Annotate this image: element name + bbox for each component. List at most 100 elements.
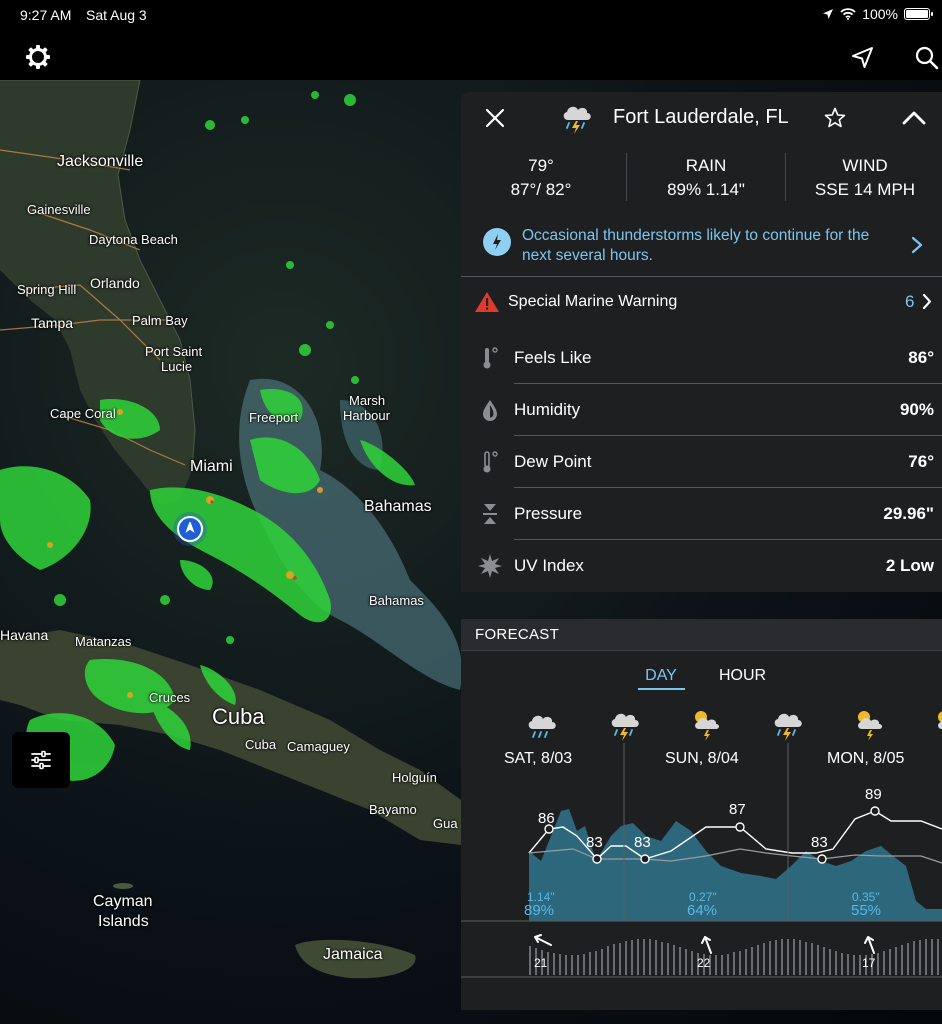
navigation-arrow-icon [185, 522, 195, 533]
wind-bar [889, 949, 891, 975]
sliders-icon [31, 750, 51, 770]
forecast-title: FORECAST [475, 626, 560, 643]
wind-bar [733, 952, 735, 975]
wind-bar [823, 947, 825, 975]
close-panel-button[interactable] [483, 106, 507, 130]
low-temp-label: 83 [634, 834, 651, 851]
tab-day-indicator [638, 688, 685, 690]
map-label-port-saint-lucie-2: Lucie [161, 359, 193, 374]
detail-row-dew-point: Dew Point 76° [461, 436, 942, 488]
wind-bar [835, 951, 837, 975]
detail-row-pressure: Pressure 29.96" [461, 488, 942, 540]
wind-bar [919, 940, 921, 975]
wind-bar [781, 939, 783, 975]
wind-bar [931, 939, 933, 975]
forecast-panel: DAY HOUR SAT, 8/03 SUN, 8/04 MON, 8/05 8… [461, 651, 942, 1010]
thermometer-icon [483, 347, 498, 369]
sun-thunderstorm-icon [858, 711, 882, 741]
detail-row-feels-like: Feels Like 86° [461, 332, 942, 384]
wind-bar [763, 943, 765, 975]
wind-bar [613, 944, 615, 975]
current-location-marker[interactable] [173, 512, 207, 546]
wind-bar [583, 954, 585, 975]
high-temp-label: 89 [865, 786, 882, 803]
map-label-havana: Havana [0, 627, 49, 643]
wind-bar [925, 939, 927, 975]
wind-bar [859, 955, 861, 975]
thunderstorm-icon [774, 713, 802, 741]
forecast-day-label: SUN, 8/04 [665, 750, 739, 767]
detail-value: 90% [899, 400, 934, 419]
forecast-day-label: MON, 8/05 [827, 750, 905, 767]
chevron-right-icon [911, 236, 923, 254]
map-label-bahamas-small: Bahamas [369, 593, 424, 608]
thermometer-icon [483, 451, 498, 473]
wind-bar [811, 943, 813, 975]
detail-label: Dew Point [514, 452, 592, 471]
wind-bar [565, 955, 567, 975]
wind-bar [913, 941, 915, 975]
map-label-cayman-islands-2: Islands [98, 913, 149, 930]
current-temperature: 79° [528, 156, 554, 175]
tab-day[interactable]: DAY [638, 667, 684, 685]
wind-bar [883, 951, 885, 975]
wind-bar [727, 954, 729, 975]
droplet-icon [483, 400, 497, 421]
high-low-temperature: 87°/ 82° [510, 180, 572, 199]
wind-bar [637, 939, 639, 975]
wifi-icon [840, 8, 856, 20]
wind-bar [799, 940, 801, 975]
rain-cloud-icon [528, 715, 556, 738]
detail-value: 2 Low [885, 556, 934, 575]
wind-direction-arrow-icon [534, 934, 552, 946]
detail-value: 76° [908, 452, 934, 471]
nowcast-alert-text: Occasional thunderstorms likely to conti… [522, 227, 870, 264]
map-label-miami: Miami [190, 458, 233, 475]
forecast-day-label: SAT, 8/03 [504, 750, 573, 767]
battery-percent: 100% [862, 6, 898, 22]
wind-value: SSE 14 MPH [814, 180, 916, 199]
low-temp-label: 83 [586, 834, 603, 851]
status-bar: 9:27 AM Sat Aug 3 100% [0, 0, 942, 30]
wind-bar [757, 945, 759, 975]
wind-bar [685, 949, 687, 975]
detail-label: Humidity [514, 400, 581, 419]
collapse-panel-button[interactable] [901, 106, 927, 130]
wind-bar [553, 953, 555, 975]
wind-bar [559, 954, 561, 975]
wind-bar [529, 946, 531, 975]
chevron-right-icon [922, 293, 932, 310]
wind-bar [655, 940, 657, 975]
map-label-tampa: Tampa [31, 315, 74, 331]
wind-bar [649, 939, 651, 975]
low-temp-label: 83 [811, 834, 828, 851]
sun-thunderstorm-icon [938, 711, 942, 729]
wind-bar [937, 939, 939, 975]
status-indicators: 100% [822, 6, 933, 22]
wind-bar [817, 945, 819, 975]
location-services-icon [823, 9, 834, 19]
status-date: Sat Aug 3 [86, 7, 147, 23]
search-button[interactable] [914, 45, 940, 71]
special-marine-warning-row[interactable]: Special Marine Warning 6 [461, 278, 942, 326]
settings-button[interactable] [24, 43, 52, 71]
warning-label: Special Marine Warning [508, 293, 678, 310]
map-label-jacksonville: Jacksonville [57, 153, 144, 170]
wind-bar [751, 947, 753, 975]
divider [461, 276, 942, 277]
map-label-bahamas: Bahamas [364, 498, 432, 515]
favorite-button[interactable] [823, 106, 847, 130]
map-label-port-saint-lucie: Port Saint [145, 344, 203, 359]
pressure-icon [483, 504, 497, 524]
wind-bar [661, 942, 663, 975]
map-label-bayamo: Bayamo [369, 802, 417, 817]
gear-icon [26, 45, 50, 69]
locate-me-button[interactable] [850, 45, 876, 71]
detail-label: Feels Like [514, 348, 592, 367]
map-label-cuba-small: Cuba [245, 737, 277, 752]
tab-hour[interactable]: HOUR [719, 667, 766, 685]
map-layers-button[interactable] [12, 732, 70, 788]
nowcast-alert-row[interactable]: Occasional thunderstorms likely to conti… [461, 218, 942, 274]
wind-label: WIND [842, 156, 888, 175]
sun-icon [478, 554, 502, 578]
